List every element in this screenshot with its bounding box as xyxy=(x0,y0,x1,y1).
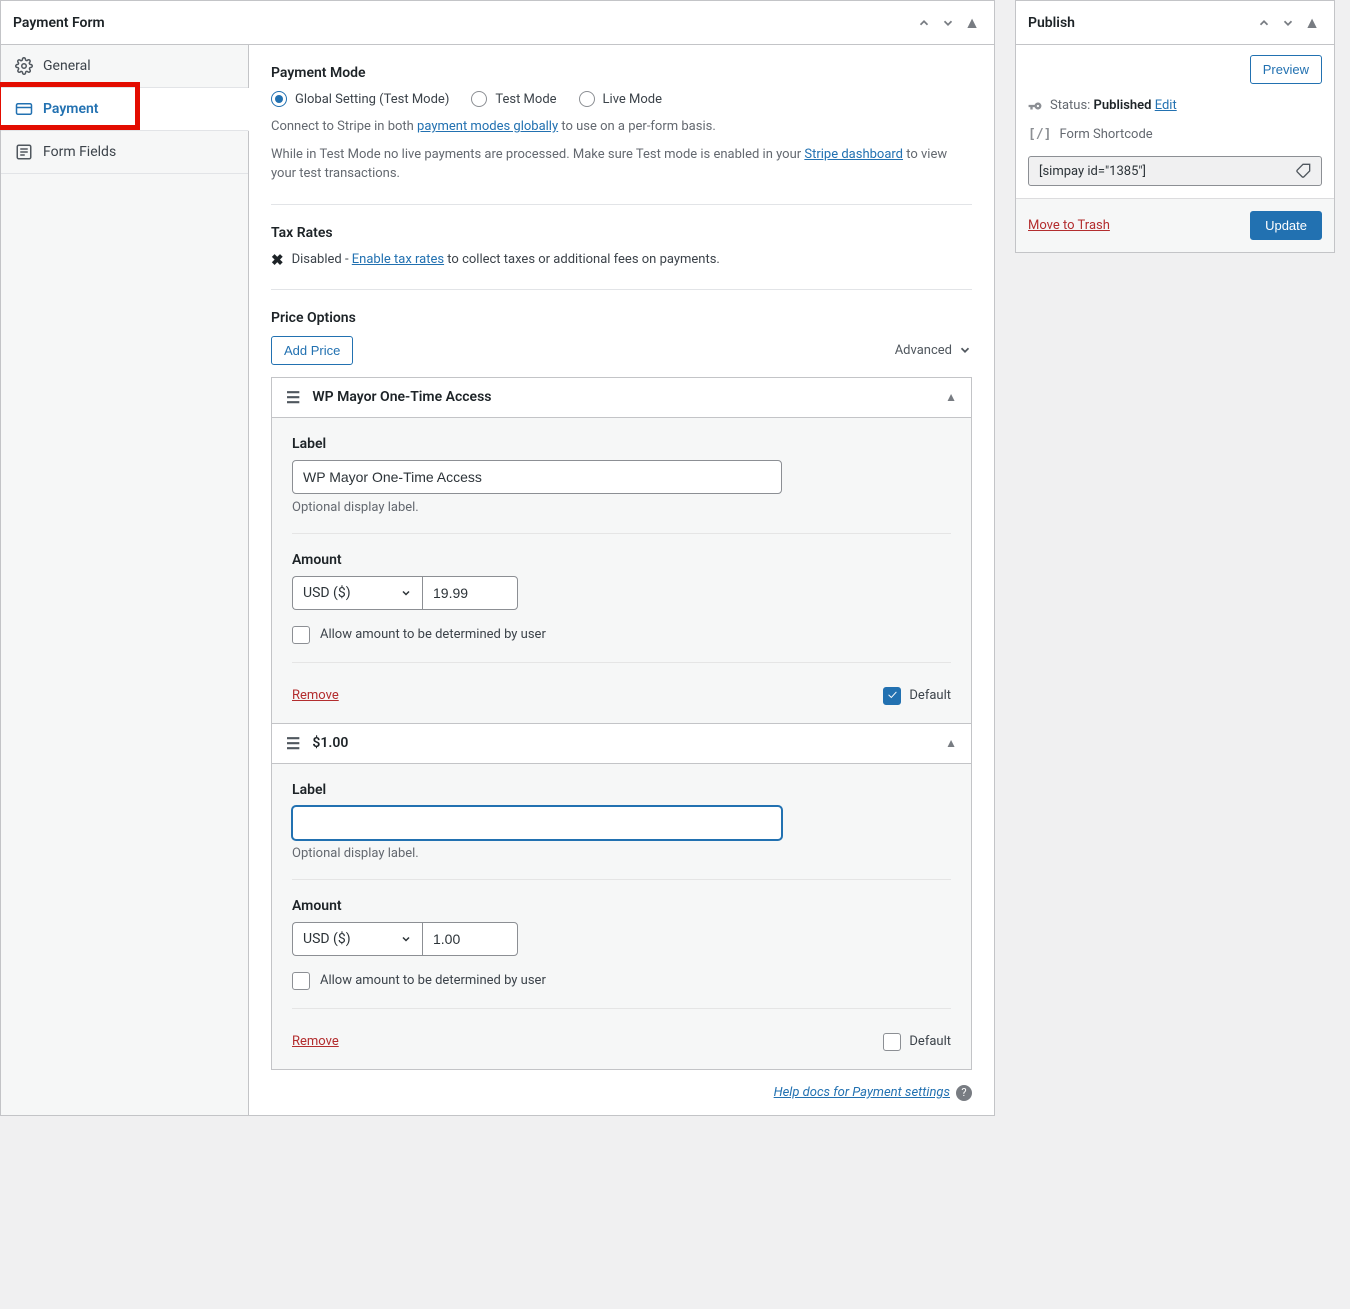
radio-global-label: Global Setting (Test Mode) xyxy=(295,92,449,107)
tax-disabled-text: Disabled - xyxy=(292,252,352,267)
add-price-button[interactable]: Add Price xyxy=(271,336,353,365)
allow-user-label-2: Allow amount to be determined by user xyxy=(320,973,546,988)
default-label-1: Default xyxy=(909,688,951,703)
amount-input-1[interactable] xyxy=(422,576,518,610)
radio-live-label: Live Mode xyxy=(603,92,662,107)
panel-toggle-icon[interactable]: ▲ xyxy=(962,13,982,33)
move-to-trash-link[interactable]: Move to Trash xyxy=(1028,218,1110,233)
price-card-2-header[interactable]: ☰ $1.00 ▲ xyxy=(272,724,971,764)
tab-general[interactable]: General xyxy=(1,45,248,88)
tax-after-text: to collect taxes or additional fees on p… xyxy=(444,252,720,267)
amount-heading-1: Amount xyxy=(292,552,951,568)
allow-user-label-1: Allow amount to be determined by user xyxy=(320,627,546,642)
payment-mode-heading: Payment Mode xyxy=(271,65,972,81)
price-card-1-header[interactable]: ☰ WP Mayor One-Time Access ▲ xyxy=(272,378,971,418)
advanced-toggle[interactable]: Advanced xyxy=(895,343,972,358)
help-icon[interactable]: ? xyxy=(956,1085,972,1101)
shortcode-icon: [/] xyxy=(1028,127,1051,142)
currency-select-2[interactable]: USD ($) xyxy=(292,922,422,956)
credit-card-icon xyxy=(15,100,33,118)
label-heading-2: Label xyxy=(292,782,951,798)
publish-toggle-icon[interactable]: ▲ xyxy=(1302,13,1322,33)
tax-rates-heading: Tax Rates xyxy=(271,225,972,241)
default-checkbox-2[interactable]: Default xyxy=(883,1033,951,1051)
label-hint-2: Optional display label. xyxy=(292,846,951,861)
panel-move-up-icon[interactable] xyxy=(914,13,934,33)
chevron-down-icon xyxy=(958,343,972,357)
payment-modes-globally-link[interactable]: payment modes globally xyxy=(417,119,558,134)
shortcode-field[interactable]: [simpay id="1385"] xyxy=(1028,156,1322,186)
preview-button[interactable]: Preview xyxy=(1250,55,1322,84)
allow-user-checkbox-1[interactable]: Allow amount to be determined by user xyxy=(292,626,951,644)
form-icon xyxy=(15,143,33,161)
radio-live-mode[interactable]: Live Mode xyxy=(579,91,662,107)
tab-general-label: General xyxy=(43,58,91,74)
tab-form-fields-label: Form Fields xyxy=(43,144,116,160)
amount-input-2[interactable] xyxy=(422,922,518,956)
collapse-icon[interactable]: ▲ xyxy=(945,736,957,750)
shortcode-value: [simpay id="1385"] xyxy=(1039,164,1146,179)
price-card-1: ☰ WP Mayor One-Time Access ▲ Label Optio… xyxy=(271,377,972,724)
label-heading-1: Label xyxy=(292,436,951,452)
checkbox-unchecked-icon xyxy=(883,1033,901,1051)
tab-payment[interactable]: Payment xyxy=(1,88,249,131)
remove-link-2[interactable]: Remove xyxy=(292,1034,339,1049)
price-card-2: ☰ $1.00 ▲ Label Optional display label. … xyxy=(271,723,972,1070)
radio-unchecked-icon xyxy=(579,91,595,107)
key-icon xyxy=(1028,99,1042,113)
publish-title: Publish xyxy=(1028,15,1075,31)
gear-icon xyxy=(15,57,33,75)
status-label: Status: xyxy=(1050,98,1094,113)
tag-icon[interactable] xyxy=(1295,163,1311,179)
radio-test-label: Test Mode xyxy=(495,92,556,107)
radio-checked-icon xyxy=(271,91,287,107)
update-button[interactable]: Update xyxy=(1250,211,1322,240)
payment-mode-desc2: While in Test Mode no live payments are … xyxy=(271,145,972,184)
price-options-heading: Price Options xyxy=(271,310,972,326)
publish-move-up-icon[interactable] xyxy=(1254,13,1274,33)
label-input-2[interactable] xyxy=(292,806,782,840)
radio-test-mode[interactable]: Test Mode xyxy=(471,91,556,107)
checkbox-unchecked-icon xyxy=(292,972,310,990)
radio-global-setting[interactable]: Global Setting (Test Mode) xyxy=(271,91,449,107)
drag-handle-icon[interactable]: ☰ xyxy=(286,388,300,407)
price-card-1-title: WP Mayor One-Time Access xyxy=(312,389,491,405)
default-checkbox-1[interactable]: ✓ Default xyxy=(883,687,951,705)
allow-user-checkbox-2[interactable]: Allow amount to be determined by user xyxy=(292,972,951,990)
tab-form-fields[interactable]: Form Fields xyxy=(1,131,248,174)
label-hint-1: Optional display label. xyxy=(292,500,951,515)
currency-value-1: USD ($) xyxy=(303,585,351,601)
stripe-dashboard-link[interactable]: Stripe dashboard xyxy=(804,147,903,162)
shortcode-label: Form Shortcode xyxy=(1059,127,1152,142)
collapse-icon[interactable]: ▲ xyxy=(945,390,957,404)
default-label-2: Default xyxy=(909,1034,951,1049)
status-value: Published xyxy=(1094,98,1152,113)
panel-move-down-icon[interactable] xyxy=(938,13,958,33)
chevron-down-icon xyxy=(400,587,412,599)
price-card-2-title: $1.00 xyxy=(312,735,348,751)
label-input-1[interactable] xyxy=(292,460,782,494)
remove-link-1[interactable]: Remove xyxy=(292,688,339,703)
amount-heading-2: Amount xyxy=(292,898,951,914)
tab-payment-label: Payment xyxy=(43,101,99,117)
currency-select-1[interactable]: USD ($) xyxy=(292,576,422,610)
panel-title: Payment Form xyxy=(13,15,105,31)
checkbox-checked-icon: ✓ xyxy=(883,687,901,705)
chevron-down-icon xyxy=(400,933,412,945)
payment-mode-desc1: Connect to Stripe in both payment modes … xyxy=(271,117,972,137)
advanced-label: Advanced xyxy=(895,343,952,358)
enable-tax-rates-link[interactable]: Enable tax rates xyxy=(352,252,444,267)
help-docs-link[interactable]: Help docs for Payment settings xyxy=(774,1085,950,1100)
checkbox-unchecked-icon xyxy=(292,626,310,644)
publish-move-down-icon[interactable] xyxy=(1278,13,1298,33)
currency-value-2: USD ($) xyxy=(303,931,351,947)
radio-unchecked-icon xyxy=(471,91,487,107)
x-icon: ✖ xyxy=(271,251,284,269)
edit-status-link[interactable]: Edit xyxy=(1155,98,1177,113)
drag-handle-icon[interactable]: ☰ xyxy=(286,734,300,753)
